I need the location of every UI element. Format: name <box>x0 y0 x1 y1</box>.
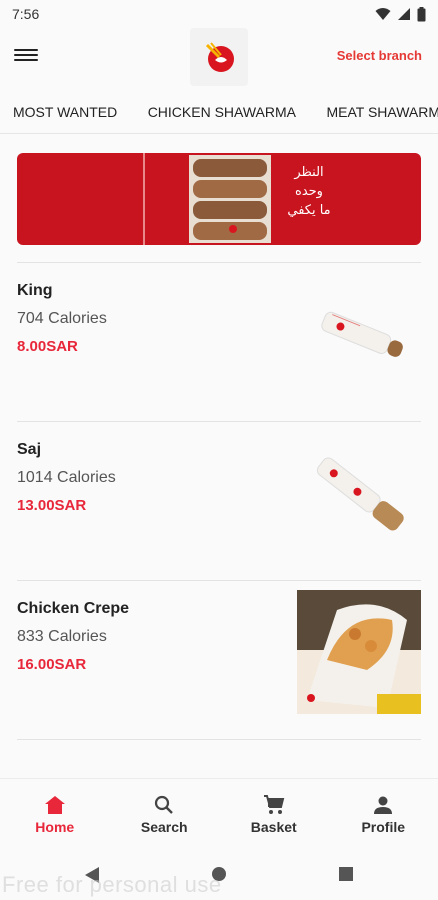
nav-home[interactable]: Home <box>0 779 110 848</box>
wifi-icon <box>375 8 391 20</box>
status-time: 7:56 <box>12 6 40 22</box>
separator <box>17 262 421 263</box>
item-price: 13.00SAR <box>17 497 87 514</box>
item-price: 16.00SAR <box>17 656 87 673</box>
item-price: 8.00SAR <box>17 338 78 355</box>
category-tabs: MOST WANTED CHICKEN SHAWARMA MEAT SHAWAR… <box>0 90 438 134</box>
item-calories: 833 Calories <box>17 628 107 645</box>
signal-icon <box>398 8 410 20</box>
item-name: Chicken Crepe <box>17 600 130 617</box>
menu-icon[interactable] <box>14 46 38 68</box>
watermark: Free for personal use <box>2 872 222 897</box>
nav-home-label: Home <box>35 819 75 835</box>
item-calories: 1014 Calories <box>17 469 116 486</box>
tab-chicken-shawarma[interactable]: CHICKEN SHAWARMA <box>135 90 309 133</box>
recents-icon[interactable] <box>338 866 354 882</box>
saj-wrap-image <box>316 457 404 531</box>
nav-basket-label: Basket <box>250 819 297 835</box>
item-calories: 704 Calories <box>17 310 107 327</box>
tab-meat-shawarma[interactable]: MEAT SHAWARMA <box>313 90 438 133</box>
banner-text-line2: وحده <box>295 184 323 199</box>
menu-item-king[interactable]: King 704 Calories 8.00SAR <box>17 282 421 422</box>
battery-icon <box>417 6 426 21</box>
menu-item-saj[interactable]: Saj 1014 Calories 13.00SAR <box>17 441 421 581</box>
cart-icon <box>263 795 285 814</box>
banner-text-line1: النظر <box>294 165 324 180</box>
tab-most-wanted[interactable]: MOST WANTED <box>0 90 130 133</box>
item-name: King <box>17 282 53 299</box>
search-icon <box>155 795 174 814</box>
banner-text-line3: ما يكفي <box>287 203 331 218</box>
separator <box>17 421 421 422</box>
nav-search-label: Search <box>140 819 188 835</box>
king-wrap-image <box>321 311 403 357</box>
select-branch-button[interactable]: Select branch <box>337 48 422 63</box>
person-icon <box>374 796 393 814</box>
chicken-crepe-image <box>297 590 421 714</box>
item-name: Saj <box>17 441 42 458</box>
menu-item-chicken-crepe[interactable]: Chicken Crepe 833 Calories 16.00SAR <box>17 590 421 740</box>
app-bar: Select branch <box>0 28 438 86</box>
nav-search[interactable]: Search <box>110 779 220 848</box>
logo-icon <box>205 42 234 72</box>
nav-profile-label: Profile <box>361 819 406 835</box>
status-icons <box>375 6 426 22</box>
bottom-navigation: Home Search Basket Profile <box>0 778 438 848</box>
promo-banner[interactable]: النظر وحده ما يكفي <box>17 153 421 245</box>
nav-basket[interactable]: Basket <box>219 779 329 848</box>
separator <box>17 739 421 740</box>
brand-logo <box>190 28 248 86</box>
status-bar: 7:56 <box>0 0 438 28</box>
shawarma-stack-image <box>189 155 271 243</box>
nav-profile[interactable]: Profile <box>329 779 438 848</box>
banner-divider <box>143 153 145 245</box>
banner-text: النظر وحده ما يكفي <box>279 163 339 220</box>
separator <box>17 580 421 581</box>
home-icon <box>44 796 65 814</box>
